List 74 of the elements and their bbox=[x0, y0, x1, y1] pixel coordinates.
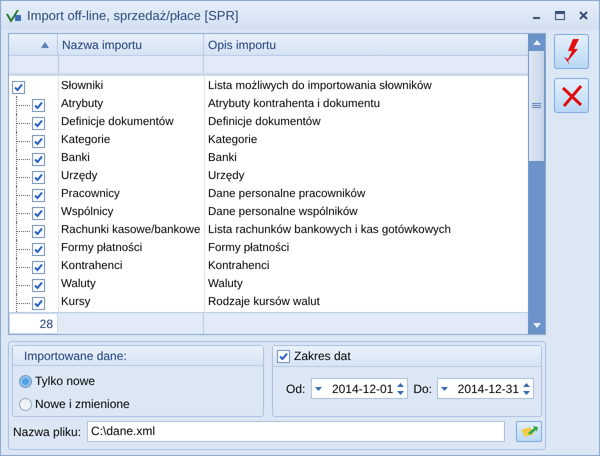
scroll-thumb[interactable] bbox=[529, 51, 544, 161]
date-field[interactable]: 2014-12-31 bbox=[437, 378, 534, 399]
app-icon bbox=[6, 8, 22, 22]
table-cell-text: Kategorie bbox=[60, 133, 112, 148]
checkbox[interactable] bbox=[32, 152, 45, 166]
table-cell-text: Rodzaje kursów walut bbox=[207, 295, 321, 310]
table-cell-text: Banki bbox=[60, 151, 91, 166]
table-cell-text: Urzędy bbox=[207, 169, 246, 184]
checkbox[interactable] bbox=[277, 350, 290, 362]
date-field[interactable]: 2014-12-01 bbox=[311, 378, 408, 399]
cancel-button[interactable] bbox=[554, 78, 589, 113]
table-cell-text: Formy płatności bbox=[207, 241, 290, 256]
table-cell-text: Kategorie bbox=[207, 133, 258, 148]
table-cell-text: Kontrahenci bbox=[207, 259, 270, 274]
table-cell-text: Pracownicy bbox=[60, 187, 121, 202]
table-cell-text: Dane personalne wspólników bbox=[207, 205, 359, 220]
dropdown-icon bbox=[315, 386, 322, 390]
sort-icon[interactable] bbox=[41, 42, 49, 48]
checkbox[interactable] bbox=[32, 98, 45, 112]
window-title: Import off-line, sprzedaż/płace [SPR] bbox=[27, 6, 240, 25]
group-title: Importowane dane: bbox=[13, 346, 263, 366]
checkbox[interactable] bbox=[32, 116, 45, 130]
table-cell-text: Definicje dokumentów bbox=[60, 115, 175, 130]
browse-button[interactable] bbox=[516, 421, 542, 442]
row-count: 28 bbox=[9, 313, 58, 334]
scroll-up-icon[interactable] bbox=[532, 40, 540, 45]
checkbox[interactable] bbox=[32, 134, 45, 148]
checkbox[interactable] bbox=[32, 206, 45, 220]
field-label: Do: bbox=[413, 380, 432, 398]
table-cell-text: Atrybuty bbox=[60, 97, 104, 112]
table-cell-text: Wspólnicy bbox=[60, 205, 114, 220]
column-header[interactable]: Opis importu bbox=[204, 34, 528, 55]
table-cell-text: Lista rachunków bankowych i kas gotówkowych bbox=[207, 223, 452, 238]
column-header[interactable]: Nazwa importu bbox=[58, 34, 204, 55]
table-cell-text: Lista możliwych do importowania słowników bbox=[207, 79, 433, 94]
radio-label: Tylko nowe bbox=[35, 373, 96, 390]
table-cell-text: Rachunki kasowe/bankowe bbox=[60, 223, 202, 238]
maximize-icon[interactable] bbox=[555, 11, 565, 20]
close-icon bbox=[560, 84, 582, 106]
run-import-button[interactable] bbox=[554, 34, 589, 69]
spinner-icon[interactable] bbox=[397, 382, 404, 396]
dropdown-icon bbox=[441, 386, 448, 390]
field-label: Nazwa pliku: bbox=[13, 424, 82, 440]
lightning-icon bbox=[564, 38, 580, 64]
table-cell-text: Waluty bbox=[207, 277, 244, 292]
field-label: Od: bbox=[286, 380, 306, 398]
scrollbar[interactable] bbox=[528, 34, 545, 334]
checkbox[interactable] bbox=[32, 242, 45, 256]
table-cell-text: Atrybuty kontrahenta i dokumentu bbox=[207, 97, 381, 112]
table-cell-text: Banki bbox=[207, 151, 238, 166]
scroll-down-icon[interactable] bbox=[532, 323, 540, 328]
radio-label: Nowe i zmienione bbox=[35, 396, 130, 413]
checkbox[interactable] bbox=[32, 260, 45, 274]
checkbox[interactable] bbox=[32, 170, 45, 184]
table-cell-text: Waluty bbox=[60, 277, 97, 292]
checkbox[interactable] bbox=[32, 296, 45, 310]
checkbox[interactable] bbox=[32, 224, 45, 238]
table-cell-text: Urzędy bbox=[60, 169, 98, 184]
table-cell-text: Formy płatności bbox=[60, 241, 144, 256]
checkbox[interactable] bbox=[32, 188, 45, 202]
table-cell-text: Słowniki bbox=[60, 79, 104, 94]
table-cell-text: Dane personalne pracowników bbox=[207, 187, 366, 202]
table-cell-text: Kontrahenci bbox=[60, 259, 124, 274]
spinner-icon[interactable] bbox=[523, 382, 530, 396]
file-path-field[interactable]: C:\dane.xml bbox=[87, 421, 506, 442]
table-cell-text: Definicje dokumentów bbox=[207, 115, 322, 130]
checkbox[interactable] bbox=[12, 80, 25, 94]
checkbox-label: Zakres dat bbox=[294, 348, 351, 365]
radio-button[interactable] bbox=[19, 374, 32, 388]
table-cell-text: Kursy bbox=[60, 295, 92, 310]
folder-arrow-icon bbox=[520, 426, 538, 438]
radio-button[interactable] bbox=[19, 398, 32, 410]
checkbox[interactable] bbox=[32, 278, 45, 292]
close-icon[interactable] bbox=[579, 11, 588, 20]
